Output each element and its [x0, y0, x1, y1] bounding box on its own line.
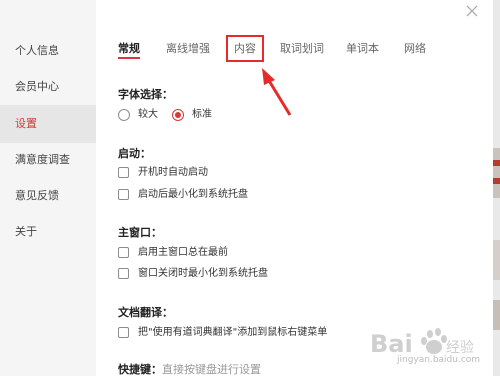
baidu-jingyan-watermark-icon: Bai 经验: [370, 328, 474, 358]
startup-section-title: 启动：: [118, 147, 151, 160]
startup-option-autostart-label: 开机时自动启动: [138, 167, 208, 178]
checkbox-minimize-tray[interactable]: [118, 189, 129, 200]
doc-translate-option-context-menu-label: 把"使用有道词典翻译"添加到鼠标右键菜单: [138, 327, 328, 338]
main-window-section-title: 主窗口：: [118, 226, 162, 239]
shortcut-section-title: 快捷键：直接按键盘进行设置: [118, 361, 261, 376]
svg-text:经验: 经验: [446, 340, 474, 356]
radio-standard[interactable]: [172, 109, 184, 121]
font-option-large-label: 较大: [138, 109, 158, 120]
radio-large[interactable]: [118, 109, 130, 121]
doc-translate-section-title: 文档翻译：: [118, 306, 173, 319]
annotation-arrow-icon: [262, 68, 292, 116]
main-window-option-close-to-tray-label: 窗口关闭时最小化到系统托盘: [138, 268, 268, 279]
font-option-standard-label: 标准: [192, 109, 212, 120]
checkbox-always-on-top[interactable]: [118, 247, 129, 258]
svg-text:Bai: Bai: [370, 330, 413, 358]
shortcut-subtitle: 直接按键盘进行设置: [162, 363, 261, 376]
watermark-url: jingyan.baidu.com: [397, 355, 481, 365]
font-section-title: 字体选择：: [118, 88, 173, 101]
checkbox-context-menu[interactable]: [118, 327, 129, 338]
checkbox-close-to-tray[interactable]: [118, 268, 129, 279]
startup-option-minimize-tray-label: 启动后最小化到系统托盘: [138, 189, 248, 200]
main-window-option-always-on-top-label: 启用主窗口总在最前: [138, 247, 228, 258]
checkbox-autostart[interactable]: [118, 167, 129, 178]
shortcut-title-text: 快捷键：: [118, 363, 162, 376]
